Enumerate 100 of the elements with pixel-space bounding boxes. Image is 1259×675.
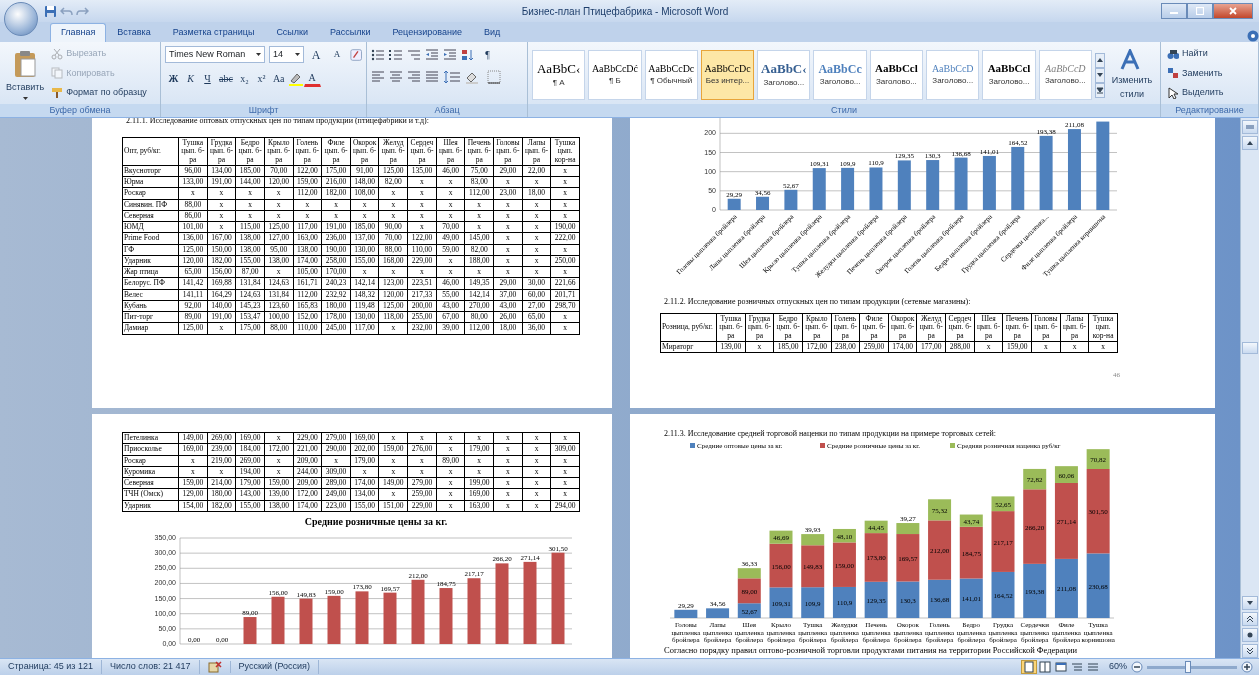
bar-segment xyxy=(959,578,983,618)
font-size-field[interactable]: 14 xyxy=(269,46,304,63)
ribbon-tab[interactable]: Ссылки xyxy=(265,22,320,42)
redo-icon[interactable] xyxy=(76,4,89,18)
style-tile[interactable]: AaBbCcD Заголово... xyxy=(926,50,980,100)
bullets-icon[interactable] xyxy=(371,47,385,62)
page-view-icon xyxy=(1039,661,1051,673)
office-button[interactable] xyxy=(4,2,38,36)
style-tile[interactable]: AaBbC‹ Заголово... xyxy=(757,50,811,100)
scroll-up-button[interactable] xyxy=(1242,136,1258,150)
bar xyxy=(812,168,826,210)
bar xyxy=(841,167,855,210)
clear-formatting-icon[interactable] xyxy=(349,47,362,62)
zoom-in-icon[interactable] xyxy=(1241,661,1253,673)
sort-icon[interactable] xyxy=(461,47,475,62)
word-count[interactable]: Число слов: 21 417 xyxy=(102,660,200,674)
bar xyxy=(299,598,313,644)
style-tile[interactable]: AaBbCcDc Без интер... xyxy=(700,50,755,100)
font-color-button[interactable]: A xyxy=(303,70,321,87)
bar-segment xyxy=(1023,563,1047,618)
style-tile[interactable]: AaBbCc Заголово... xyxy=(813,50,867,100)
scroll-up-icon[interactable] xyxy=(1094,52,1105,68)
undo-icon[interactable] xyxy=(60,4,73,18)
save-icon[interactable] xyxy=(44,4,57,18)
group-label: Абзац xyxy=(367,104,527,117)
scroll-up-icon xyxy=(1246,139,1254,147)
replace-button[interactable]: Заменить xyxy=(1165,65,1226,81)
scroll-down-icon[interactable] xyxy=(1094,67,1105,83)
select-button[interactable]: Выделить xyxy=(1165,85,1226,101)
clipboard-icon xyxy=(13,49,38,78)
view-button[interactable] xyxy=(1053,660,1069,674)
increase-indent-icon[interactable] xyxy=(443,47,457,62)
show-marks-button[interactable]: ¶ xyxy=(479,46,496,63)
ribbon-tab[interactable]: Вставка xyxy=(106,22,162,42)
replace-icon xyxy=(1167,67,1179,80)
bar-segment xyxy=(1054,558,1078,618)
find-button[interactable]: Найти xyxy=(1165,46,1226,62)
ribbon-tab[interactable]: Главная xyxy=(50,22,107,42)
change-styles-button[interactable]: Изменить стили xyxy=(1107,48,1156,102)
spell-check-icon[interactable] xyxy=(207,661,222,673)
justify-icon[interactable] xyxy=(425,70,439,84)
ruler-toggle-button[interactable] xyxy=(1242,120,1258,134)
format-button[interactable]: Aa xyxy=(269,70,288,87)
caret-icon xyxy=(294,53,300,56)
view-button[interactable] xyxy=(1021,660,1037,674)
align-center-icon[interactable] xyxy=(389,70,403,84)
style-tile[interactable]: AaBbCcDc ¶ Обычный xyxy=(644,50,698,100)
view-button[interactable] xyxy=(1085,660,1101,674)
ribbon-tab[interactable]: Рассылки xyxy=(319,22,382,42)
ribbon-tab[interactable]: Вид xyxy=(472,22,512,42)
zoom-level[interactable]: 60% xyxy=(1109,660,1127,674)
format-button[interactable]: x² xyxy=(252,70,270,87)
language-indicator[interactable]: Русский (Россия) xyxy=(230,660,319,674)
format-button[interactable]: К xyxy=(182,70,199,87)
font-name-field[interactable]: Times New Roman xyxy=(165,46,266,63)
bar xyxy=(271,596,285,644)
shrink-font-button[interactable]: A xyxy=(328,46,346,63)
highlighter-icon[interactable] xyxy=(287,71,304,86)
format-button[interactable]: Ч xyxy=(199,70,216,87)
align-left-icon[interactable] xyxy=(371,70,385,84)
paste-button[interactable]: Вставить xyxy=(4,46,47,104)
style-tile[interactable]: AaBbCcD Заголово... xyxy=(1038,50,1092,100)
zoom-out-icon[interactable] xyxy=(1131,661,1143,673)
style-tile[interactable]: AaBbCcl Заголово... xyxy=(869,50,924,100)
view-button[interactable] xyxy=(1069,660,1085,674)
style-tile[interactable]: AaBbCcl Заголово... xyxy=(982,50,1036,100)
window-title: Бизнес-план Птицефабрика - Microsoft Word xyxy=(520,4,730,19)
ribbon-tab[interactable]: Разметка страницы xyxy=(161,22,266,42)
style-tile[interactable]: AaBbCcDć ¶ Б xyxy=(588,50,642,100)
minimize-button[interactable] xyxy=(1161,3,1187,19)
numbering-icon[interactable] xyxy=(389,47,403,62)
chart-title: Средние розничные цены за кг. xyxy=(304,515,448,527)
browse-object-button[interactable] xyxy=(1242,628,1258,642)
scroll-down-button[interactable] xyxy=(1242,596,1258,610)
previous-page-button[interactable] xyxy=(1242,612,1258,626)
align-right-icon[interactable] xyxy=(407,70,421,84)
decrease-indent-icon[interactable] xyxy=(425,47,439,62)
format-button[interactable]: x₂ xyxy=(235,70,253,87)
bar xyxy=(383,592,397,644)
previous-page-icon xyxy=(1246,615,1254,623)
maximize-button[interactable] xyxy=(1187,3,1213,19)
format-painter-button[interactable]: Формат по образцу xyxy=(49,85,149,101)
view-button[interactable] xyxy=(1037,660,1053,674)
bar-segment xyxy=(801,587,825,618)
grow-font-button[interactable]: A xyxy=(307,46,325,63)
next-page-button[interactable] xyxy=(1242,644,1258,658)
close-button[interactable] xyxy=(1213,3,1253,19)
style-tile[interactable]: AaBbC‹ ¶ А xyxy=(532,50,586,100)
ribbon-tab[interactable]: Рецензирование xyxy=(381,22,473,42)
multilevel-list-icon[interactable] xyxy=(407,47,421,62)
format-button[interactable]: abc xyxy=(216,70,236,87)
scroll-thumb[interactable] xyxy=(1242,342,1258,354)
line-spacing-icon[interactable] xyxy=(443,70,461,84)
help-icon[interactable] xyxy=(1247,30,1259,42)
borders-icon[interactable] xyxy=(487,70,501,84)
zoom-slider-thumb[interactable] xyxy=(1184,660,1191,673)
format-button[interactable]: Ж xyxy=(165,70,182,87)
page-count[interactable]: Страница: 45 из 121 xyxy=(0,660,102,674)
more-icon[interactable] xyxy=(1094,82,1105,98)
group-label: Редактирование xyxy=(1161,104,1258,117)
